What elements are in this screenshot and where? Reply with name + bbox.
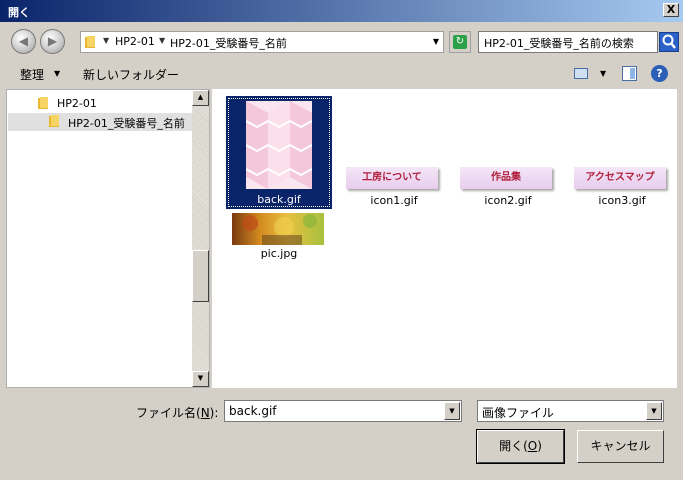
filetype-select[interactable]: 画像ファイル ▼ [477,400,664,422]
view-options-icon[interactable] [574,68,588,79]
navigation-pane: HP2-01 HP2-01_受験番号_名前 ▲ ▼ [6,89,210,388]
search-button[interactable] [659,32,679,52]
filename-value: back.gif [229,404,277,418]
window-title: 開く [8,6,30,19]
file-thumbnail [246,101,312,189]
refresh-icon: ↻ [453,35,467,49]
folder-icon [38,97,48,109]
filename-field[interactable]: back.gif ▼ [224,400,462,422]
scroll-down-button[interactable]: ▼ [192,371,209,387]
file-item-back-gif[interactable]: back.gif [226,96,332,209]
chevron-down-icon[interactable]: ▼ [444,402,460,420]
folder-icon [85,36,95,48]
tree-item-label: HP2-01_受験番号_名前 [68,117,185,130]
chevron-down-icon[interactable]: ▼ [54,69,60,78]
file-name: icon2.gif [484,194,532,207]
filetype-value: 画像ファイル [482,406,555,420]
file-name: pic.jpg [260,247,298,260]
file-item-pic-jpg[interactable]: pic.jpg [226,211,332,263]
file-list: back.gif 工房について icon1.gif 作品集 icon2.gif … [212,89,677,388]
help-icon[interactable]: ? [651,65,668,82]
forward-button[interactable]: ▶ [40,29,65,54]
scroll-up-button[interactable]: ▲ [192,90,209,106]
open-button[interactable]: 開く(O) [476,429,565,464]
chevron-right-icon[interactable]: ▼ [159,36,165,45]
cancel-button[interactable]: キャンセル [577,430,664,463]
address-bar[interactable]: ▼ HP2-01 ▼ HP2-01_受験番号_名前 ▼ [80,31,444,53]
search-input[interactable]: HP2-01_受験番号_名前の検索 [478,31,658,53]
chevron-right-icon[interactable]: ▼ [103,36,109,45]
file-item-icon2-gif[interactable]: 作品集 icon2.gif [455,164,561,207]
folder-icon [49,115,59,127]
tree-item-hp2-01[interactable]: HP2-01 [37,95,187,113]
file-thumbnail: 工房について [346,167,438,189]
filename-label: ファイル名(N): [136,406,219,420]
back-button[interactable]: ◀ [11,29,36,54]
file-thumbnail: アクセスマップ [574,167,666,189]
file-thumbnail [232,213,324,245]
toolbar: 整理 ▼ 新しいフォルダー ▼ ? [0,60,683,88]
new-folder-button[interactable]: 新しいフォルダー [83,66,179,83]
file-item-icon1-gif[interactable]: 工房について icon1.gif [341,164,447,207]
title-bar: 開く X [0,0,683,22]
tree-item-label: HP2-01 [57,97,97,110]
breadcrumb-item-hp2-01[interactable]: HP2-01 [115,35,155,48]
file-name: icon3.gif [598,194,646,207]
preview-pane-icon[interactable] [622,66,637,81]
tree-item-current[interactable]: HP2-01_受験番号_名前 [8,113,192,131]
chevron-down-icon[interactable]: ▼ [646,402,662,420]
file-item-icon3-gif[interactable]: アクセスマップ icon3.gif [569,164,675,207]
refresh-button[interactable]: ↻ [449,31,471,53]
chevron-down-icon[interactable]: ▼ [433,37,439,46]
close-button[interactable]: X [663,3,679,17]
tree-scrollbar[interactable]: ▲ ▼ [192,90,209,387]
dialog-footer: ファイル名(N): back.gif ▼ 画像ファイル ▼ 開く(O) キャンセ… [0,390,683,480]
breadcrumb-item-current[interactable]: HP2-01_受験番号_名前 [170,35,287,51]
organize-button[interactable]: 整理 [20,66,44,83]
search-icon [662,34,676,49]
chevron-down-icon[interactable]: ▼ [600,69,606,78]
navigation-bar: ◀ ▶ ▼ HP2-01 ▼ HP2-01_受験番号_名前 ▼ ↻ HP2-01… [0,22,683,60]
file-thumbnail: 作品集 [460,167,552,189]
scrollbar-thumb[interactable] [192,250,209,302]
file-name: back.gif [257,193,301,206]
file-name: icon1.gif [370,194,418,207]
